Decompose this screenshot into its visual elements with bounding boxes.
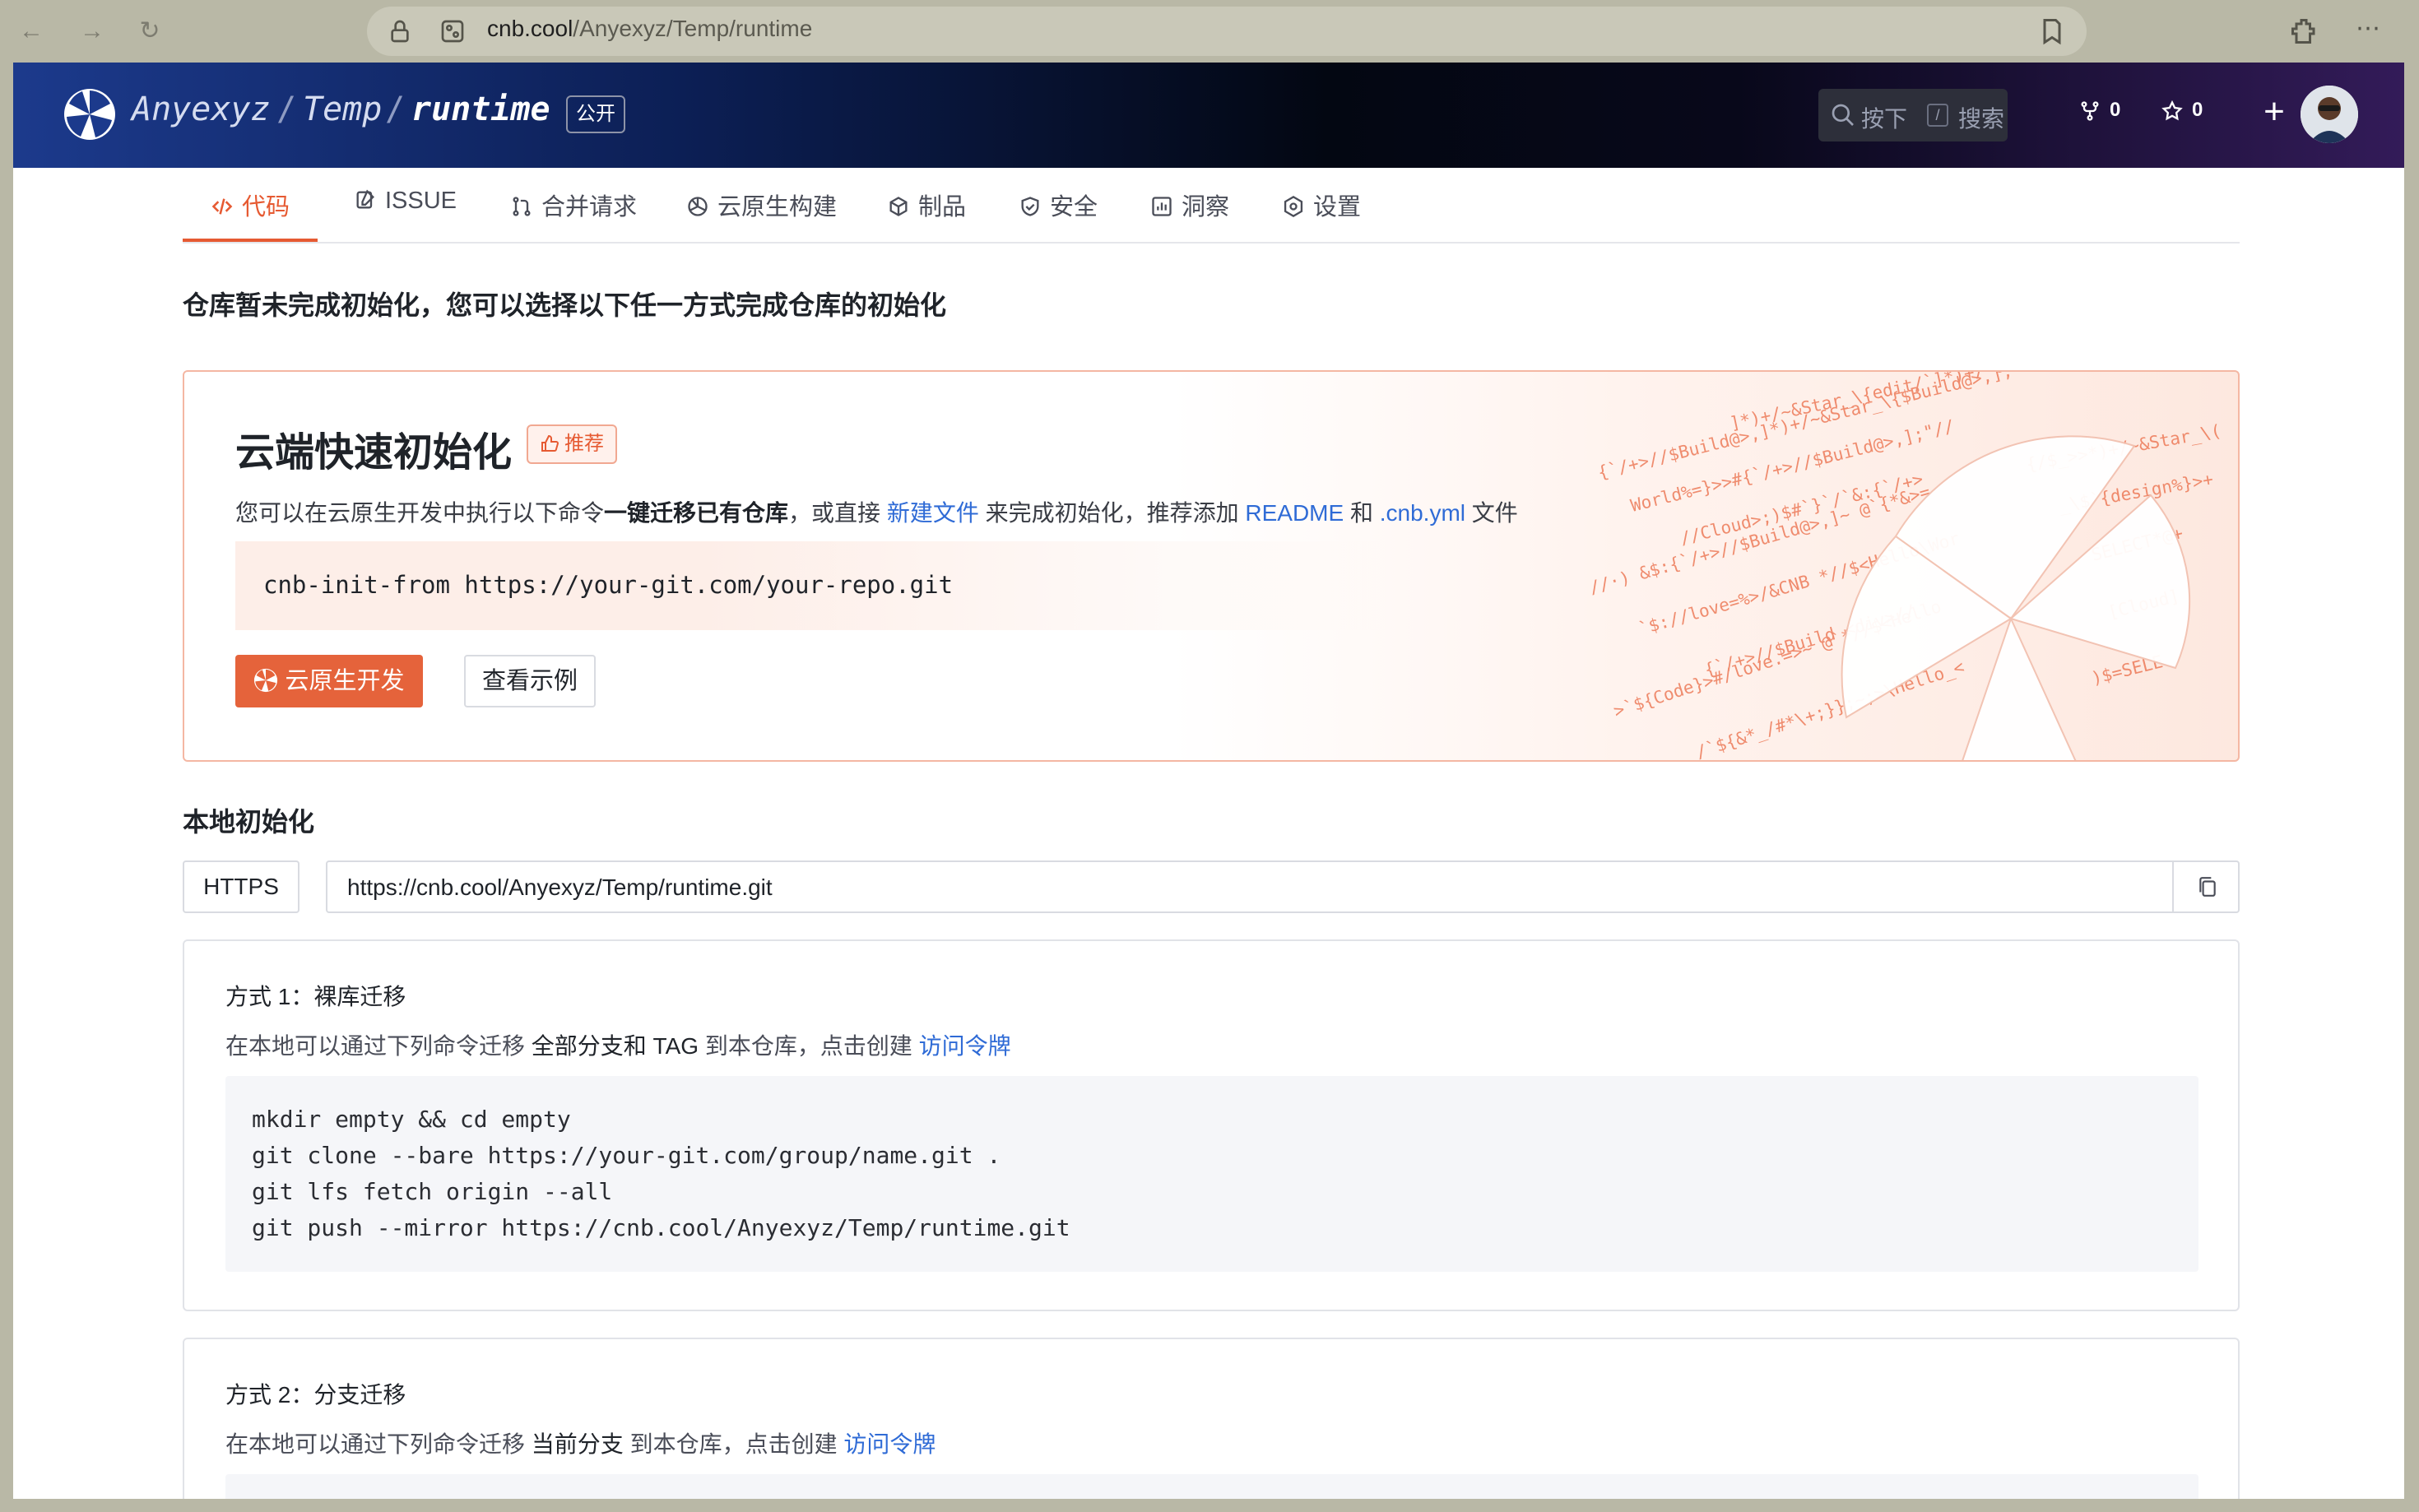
shield-icon xyxy=(1021,197,1039,216)
url-text[interactable]: cnb.cool/Anyexyz/Temp/runtime xyxy=(487,16,812,42)
reading-list-icon[interactable] xyxy=(2037,16,2067,46)
back-icon[interactable]: ← xyxy=(15,15,48,48)
cloud-init-card: ]*)+/~&Star_\{edit/`]*)+/~&Star_\{edit {… xyxy=(183,370,2240,762)
code-icon xyxy=(211,198,233,215)
new-file-link[interactable]: 新建文件 xyxy=(887,500,979,526)
tab-issue[interactable]: ISSUE xyxy=(354,188,457,242)
code-line: mkdir empty && cd empty xyxy=(252,1106,571,1133)
method-1-title: 方式 1：裸库迁移 xyxy=(225,984,406,1009)
recommend-badge: 推荐 xyxy=(527,424,617,464)
star-count[interactable]: 0 xyxy=(2161,99,2203,123)
pull-request-icon xyxy=(513,197,531,216)
init-command-box: cnb-init-from https://your-git.com/your-… xyxy=(235,541,1387,630)
tab-code[interactable]: 代码 xyxy=(183,188,318,242)
thumbs-up-icon xyxy=(541,434,559,452)
method-2-code-block[interactable] xyxy=(225,1474,2198,1499)
cnb-yml-link[interactable]: .cnb.yml xyxy=(1380,500,1465,526)
cloud-dev-button[interactable]: 云原生开发 xyxy=(235,655,423,707)
reload-icon[interactable]: ↻ xyxy=(133,15,166,48)
tab-build[interactable]: 云原生构建 xyxy=(686,188,837,242)
gear-icon xyxy=(1284,195,1303,218)
cnb-logo-icon xyxy=(254,668,278,693)
clone-url-field[interactable]: https://cnb.cool/Anyexyz/Temp/runtime.gi… xyxy=(326,860,2240,913)
lock-icon xyxy=(391,20,409,43)
chart-icon xyxy=(1152,197,1172,216)
method-1-description: 在本地可以通过下列命令迁移 全部分支和 TAG 到本仓库，点击创建 访问令牌 xyxy=(225,1033,1011,1059)
fork-count[interactable]: 0 xyxy=(2078,99,2120,123)
breadcrumb-owner[interactable]: Anyexyz xyxy=(132,90,271,128)
decorative-background-icon: ]*)+/~&Star_\{edit/`]*)+/~&Star_\{edit {… xyxy=(1587,372,2222,760)
package-icon xyxy=(889,197,908,216)
cnb-logo-icon[interactable] xyxy=(63,87,117,141)
breadcrumb-separator: / xyxy=(276,90,297,128)
fork-icon xyxy=(2081,100,2099,121)
access-token-link[interactable]: 访问令牌 xyxy=(919,1033,1011,1059)
tab-package[interactable]: 制品 xyxy=(887,188,966,242)
method-2-description: 在本地可以通过下列命令迁移 当前分支 到本仓库，点击创建 访问令牌 xyxy=(225,1431,936,1457)
add-button[interactable]: + xyxy=(2254,92,2294,132)
breadcrumb-group[interactable]: Temp xyxy=(303,90,382,128)
breadcrumb-repo[interactable]: runtime xyxy=(411,90,550,128)
cloud-init-description: 您可以在云原生开发中执行以下命令一键迁移已有仓库，或直接 新建文件 来完成初始化… xyxy=(235,500,1518,526)
init-command[interactable]: cnb-init-from https://your-git.com/your-… xyxy=(263,571,953,599)
clone-url-value: https://cnb.cool/Anyexyz/Temp/runtime.gi… xyxy=(347,874,773,900)
issue-icon xyxy=(356,189,374,209)
method-1-card: 方式 1：裸库迁移 在本地可以通过下列命令迁移 全部分支和 TAG 到本仓库，点… xyxy=(183,939,2240,1311)
shortcut-key: / xyxy=(1927,104,1948,127)
breadcrumb-separator: / xyxy=(385,90,406,128)
method-2-title: 方式 2：分支迁移 xyxy=(225,1382,406,1408)
code-line: git clone --bare https://your-git.com/gr… xyxy=(252,1142,1001,1169)
more-menu-icon[interactable]: ⋯ xyxy=(2353,16,2383,46)
local-init-title: 本地初始化 xyxy=(183,807,315,837)
user-avatar[interactable] xyxy=(2301,86,2358,143)
search-input[interactable]: 按下 / 搜索 xyxy=(1818,89,2008,141)
code-line: git lfs fetch origin --all xyxy=(252,1178,613,1205)
repo-header: Anyexyz / Temp / runtime 公开 按下 / 搜索 0 0 … xyxy=(13,63,2404,168)
view-example-button[interactable]: 查看示例 xyxy=(464,655,596,707)
repo-tabs: 代码 ISSUE 合并请求 云原生构建 制品 安全 洞察 设置 xyxy=(183,168,2240,243)
forward-icon[interactable]: → xyxy=(76,15,109,48)
tab-security[interactable]: 安全 xyxy=(1019,188,1098,242)
readme-link[interactable]: README xyxy=(1245,500,1344,526)
extensions-icon[interactable] xyxy=(2289,16,2319,46)
site-settings-icon[interactable] xyxy=(439,18,466,44)
star-icon xyxy=(2161,100,2183,121)
protocol-select[interactable]: HTTPS xyxy=(183,860,299,913)
tab-settings[interactable]: 设置 xyxy=(1282,188,1361,242)
access-token-link[interactable]: 访问令牌 xyxy=(843,1431,936,1457)
tab-insights[interactable]: 洞察 xyxy=(1150,188,1229,242)
code-line: git push --mirror https://cnb.cool/Anyex… xyxy=(252,1214,1070,1241)
copy-icon xyxy=(2199,877,2216,897)
copy-button[interactable] xyxy=(2172,862,2238,911)
method-1-code-block[interactable]: mkdir empty && cd empty git clone --bare… xyxy=(225,1076,2198,1272)
tab-pull-request[interactable]: 合并请求 xyxy=(510,188,637,242)
visibility-badge: 公开 xyxy=(566,95,625,133)
init-notice: 仓库暂未完成初始化，您可以选择以下任一方式完成仓库的初始化 xyxy=(183,290,947,320)
build-icon xyxy=(688,197,708,216)
cloud-init-title: 云端快速初始化 xyxy=(235,431,513,475)
method-2-card: 方式 2：分支迁移 在本地可以通过下列命令迁移 当前分支 到本仓库，点击创建 访… xyxy=(183,1338,2240,1499)
search-icon xyxy=(1832,104,1854,126)
browser-toolbar: ← → ↻ cnb.cool/Anyexyz/Temp/runtime ⋯ xyxy=(0,0,2419,63)
page: Anyexyz / Temp / runtime 公开 按下 / 搜索 0 0 … xyxy=(13,63,2404,1499)
